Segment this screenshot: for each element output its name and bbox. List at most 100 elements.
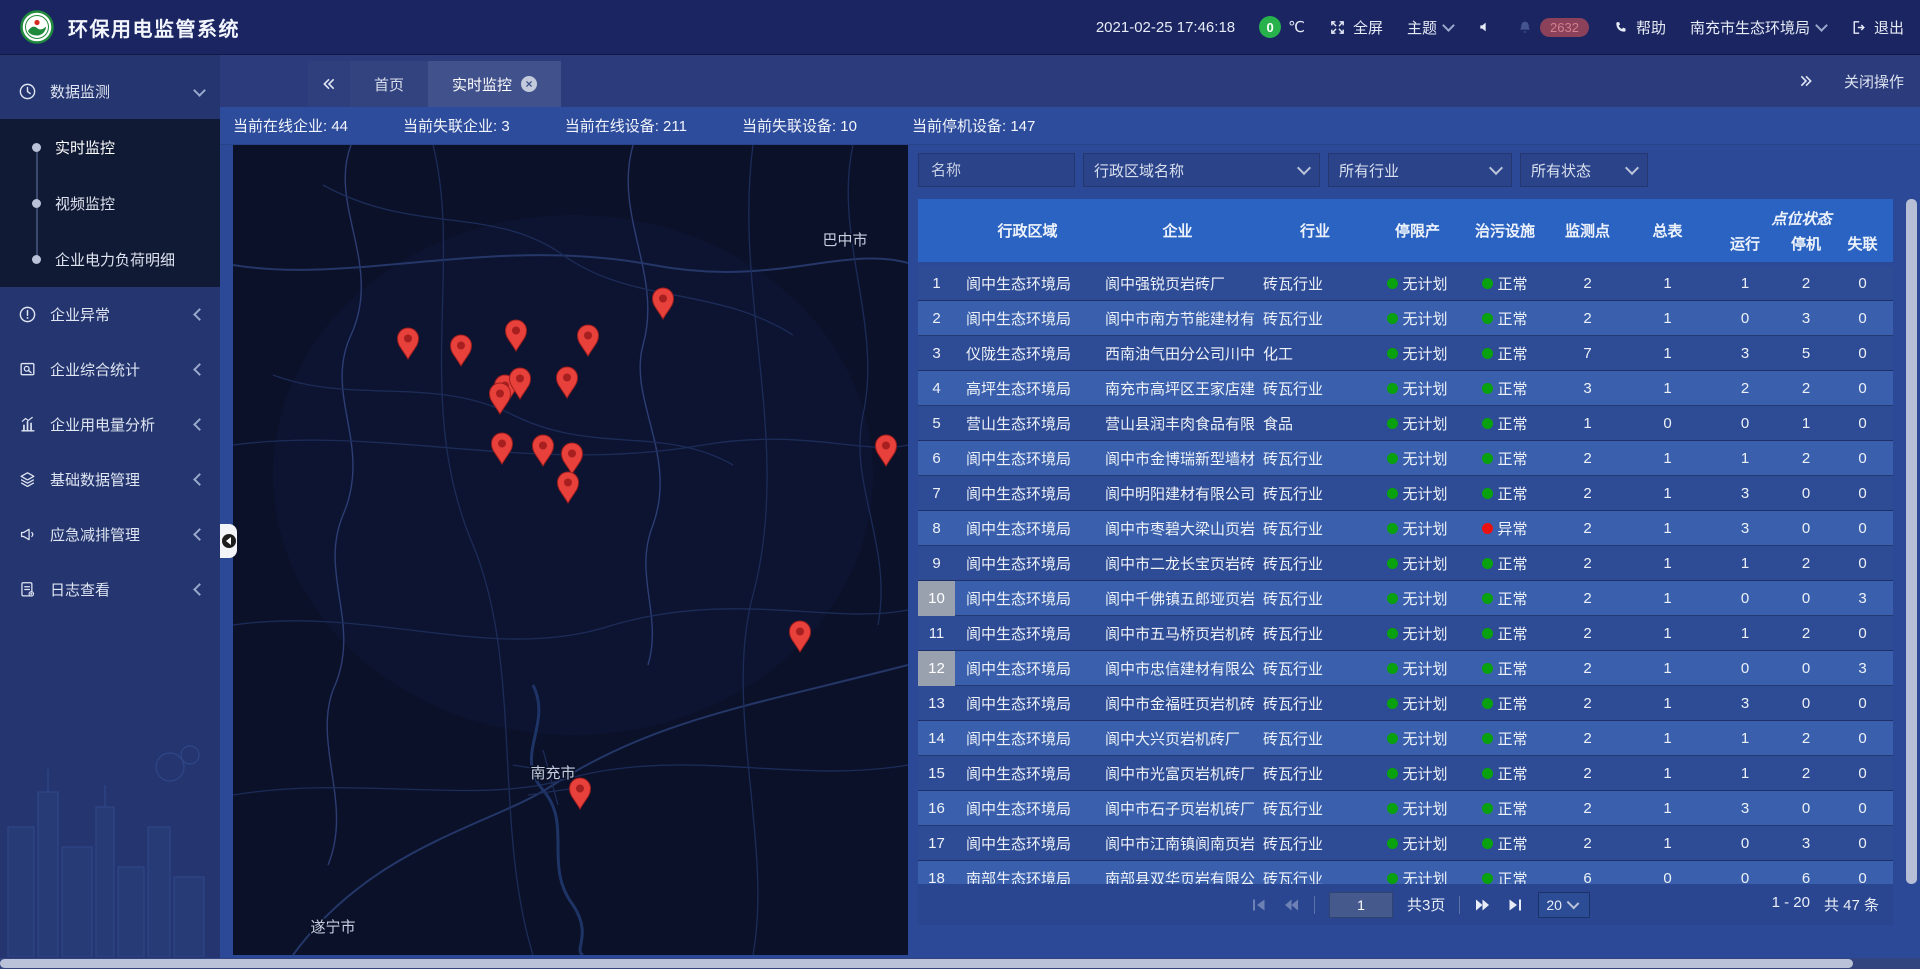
sidebar-item-4[interactable]: 企业用电量分析 bbox=[0, 397, 220, 452]
top-header: 环保用电监管系统 2021-02-25 17:46:18 0 ℃ 全屏 主题 2… bbox=[0, 0, 1920, 55]
logout-button[interactable]: 退出 bbox=[1850, 17, 1904, 38]
table-row[interactable]: 14阆中生态环境局阆中大兴页岩机砖厂砖瓦行业无计划正常21120 bbox=[918, 721, 1893, 756]
table-row[interactable]: 11阆中生态环境局阆中市五马桥页岩机砖砖瓦行业无计划正常21120 bbox=[918, 616, 1893, 651]
help-button[interactable]: 帮助 bbox=[1613, 17, 1666, 38]
tab-close-icon[interactable]: × bbox=[521, 76, 537, 92]
phone-icon bbox=[1613, 19, 1629, 35]
table-row[interactable]: 4高坪生态环境局南充市高坪区王家店建砖瓦行业无计划正常31220 bbox=[918, 371, 1893, 406]
table-row[interactable]: 10阆中生态环境局阆中千佛镇五郎垭页岩砖瓦行业无计划正常21003 bbox=[918, 581, 1893, 616]
notification-count-badge: 2632 bbox=[1540, 18, 1589, 37]
first-page-button[interactable] bbox=[1250, 897, 1268, 913]
bullet-icon bbox=[32, 255, 41, 264]
table-row[interactable]: 13阆中生态环境局阆中市金福旺页岩机砖砖瓦行业无计划正常21300 bbox=[918, 686, 1893, 721]
table-row[interactable]: 3仪陇生态环境局西南油气田分公司川中化工无计划正常71350 bbox=[918, 336, 1893, 371]
row-index: 15 bbox=[918, 756, 955, 791]
tab-home[interactable]: 首页 bbox=[350, 61, 428, 107]
status-select[interactable]: 所有状态 bbox=[1520, 153, 1648, 187]
map-pin[interactable] bbox=[876, 435, 897, 466]
sidebar-subitem[interactable]: 视频监控 bbox=[0, 175, 220, 231]
row-index: 11 bbox=[918, 616, 955, 651]
fullscreen-button[interactable]: 全屏 bbox=[1329, 17, 1383, 38]
name-search-field[interactable] bbox=[918, 153, 1075, 187]
table-row[interactable]: 8阆中生态环境局阆中市枣碧大梁山页岩砖瓦行业无计划异常21300 bbox=[918, 511, 1893, 546]
last-page-button[interactable] bbox=[1506, 897, 1524, 913]
row-running-count: 2 bbox=[1710, 371, 1780, 406]
sidebar-item-label: 企业综合统计 bbox=[50, 359, 182, 380]
row-meter-count: 0 bbox=[1625, 406, 1710, 441]
prev-page-button[interactable] bbox=[1282, 897, 1300, 913]
row-offline-count: 0 bbox=[1832, 511, 1893, 546]
industry-select[interactable]: 所有行业 bbox=[1328, 153, 1512, 187]
row-limit-status: 无计划 bbox=[1375, 301, 1460, 336]
page-size-value: 20 bbox=[1546, 897, 1562, 913]
table-row[interactable]: 17阆中生态环境局阆中市江南镇阆南页岩砖瓦行业无计划正常21030 bbox=[918, 826, 1893, 861]
sidebar-item-3[interactable]: 企业综合统计 bbox=[0, 342, 220, 397]
row-meter-count: 1 bbox=[1625, 476, 1710, 511]
table-row[interactable]: 18南部生态环境局南部县双华页岩有限公砖瓦行业无计划正常60060 bbox=[918, 861, 1893, 884]
table-row[interactable]: 12阆中生态环境局阆中市忠信建材有限公砖瓦行业无计划正常21003 bbox=[918, 651, 1893, 686]
table-row[interactable]: 7阆中生态环境局阆中明阳建材有限公司砖瓦行业无计划正常21300 bbox=[918, 476, 1893, 511]
chevron-left-icon bbox=[193, 418, 206, 431]
table-row[interactable]: 5营山生态环境局营山县润丰肉食品有限食品无计划正常10010 bbox=[918, 406, 1893, 441]
mute-button[interactable] bbox=[1477, 19, 1493, 35]
notifications[interactable]: 2632 bbox=[1517, 18, 1589, 37]
row-facility-status: 正常 bbox=[1460, 266, 1550, 301]
sidebar-item-2[interactable]: 企业异常 bbox=[0, 287, 220, 342]
header-point-sub: 运行 bbox=[1710, 230, 1780, 263]
row-facility-status-label: 正常 bbox=[1497, 728, 1527, 749]
sidebar-subitem[interactable]: 企业电力负荷明细 bbox=[0, 231, 220, 287]
theme-label: 主题 bbox=[1407, 17, 1437, 38]
table-row[interactable]: 6阆中生态环境局阆中市金博瑞新型墙材砖瓦行业无计划正常21120 bbox=[918, 441, 1893, 476]
row-monitor-count: 3 bbox=[1550, 371, 1625, 406]
row-offline-count: 0 bbox=[1832, 721, 1893, 756]
row-meter-count: 1 bbox=[1625, 756, 1710, 791]
chevron-left-icon bbox=[193, 473, 206, 486]
horizontal-scrollbar[interactable] bbox=[0, 959, 1853, 968]
table-row[interactable]: 16阆中生态环境局阆中市石子页岩机砖厂砖瓦行业无计划正常21300 bbox=[918, 791, 1893, 826]
gauge-icon bbox=[18, 82, 37, 101]
vertical-scrollbar[interactable] bbox=[1906, 199, 1917, 884]
org-dropdown[interactable]: 南充市生态环境局 bbox=[1690, 17, 1826, 38]
theme-dropdown[interactable]: 主题 bbox=[1407, 17, 1453, 38]
tabs-scroll-left-button[interactable] bbox=[308, 61, 350, 107]
table-row[interactable]: 2阆中生态环境局阆中市南方节能建材有砖瓦行业无计划正常21030 bbox=[918, 301, 1893, 336]
sidebar-collapse-button[interactable] bbox=[220, 524, 237, 558]
row-monitor-count: 2 bbox=[1550, 791, 1625, 826]
row-stopped-count: 2 bbox=[1780, 721, 1832, 756]
region-select[interactable]: 行政区域名称 bbox=[1083, 153, 1320, 187]
row-limit-status: 无计划 bbox=[1375, 791, 1460, 826]
sidebar-item-label: 基础数据管理 bbox=[50, 469, 182, 490]
row-facility-status: 正常 bbox=[1460, 301, 1550, 336]
row-facility-status: 正常 bbox=[1460, 756, 1550, 791]
map-panel[interactable]: 巴中市南充市遂宁市 bbox=[233, 145, 908, 955]
sidebar-item-1[interactable]: 数据监测 bbox=[0, 64, 220, 119]
map-pin[interactable] bbox=[570, 778, 591, 809]
row-monitor-count: 2 bbox=[1550, 826, 1625, 861]
chevron-down-icon bbox=[1625, 161, 1639, 175]
sidebar-item-7[interactable]: 日志查看 bbox=[0, 562, 220, 617]
tab-realtime-monitor[interactable]: 实时监控 × bbox=[428, 61, 561, 107]
row-region: 阆中生态环境局 bbox=[955, 616, 1100, 651]
row-region: 阆中生态环境局 bbox=[955, 546, 1100, 581]
row-index: 1 bbox=[918, 266, 955, 301]
divider bbox=[1314, 896, 1315, 914]
page-size-select[interactable]: 20 bbox=[1538, 892, 1590, 918]
table-row[interactable]: 15阆中生态环境局阆中市光富页岩机砖厂砖瓦行业无计划正常21120 bbox=[918, 756, 1893, 791]
sidebar-item-5[interactable]: 基础数据管理 bbox=[0, 452, 220, 507]
sidebar-item-6[interactable]: 应急减排管理 bbox=[0, 507, 220, 562]
close-operations-button[interactable]: 关闭操作 bbox=[1844, 71, 1904, 92]
row-company: 阆中市二龙长宝页岩砖 bbox=[1100, 546, 1255, 581]
row-meter-count: 1 bbox=[1625, 441, 1710, 476]
name-search-input[interactable] bbox=[929, 161, 1064, 180]
double-chevron-right-icon[interactable] bbox=[1798, 73, 1814, 89]
sidebar-subitem[interactable]: 实时监控 bbox=[0, 119, 220, 175]
stat-item: 当前停机设备: 147 bbox=[912, 115, 1035, 136]
table-row[interactable]: 1阆中生态环境局阆中强锐页岩砖厂砖瓦行业无计划正常21120 bbox=[918, 266, 1893, 301]
status-dot-icon bbox=[1482, 313, 1493, 324]
row-meter-count: 1 bbox=[1625, 791, 1710, 826]
table-row[interactable]: 9阆中生态环境局阆中市二龙长宝页岩砖砖瓦行业无计划正常21120 bbox=[918, 546, 1893, 581]
next-page-button[interactable] bbox=[1474, 897, 1492, 913]
row-company: 南部县双华页岩有限公 bbox=[1100, 861, 1255, 884]
row-limit-status-label: 无计划 bbox=[1402, 588, 1447, 609]
page-number-input[interactable] bbox=[1329, 892, 1393, 918]
